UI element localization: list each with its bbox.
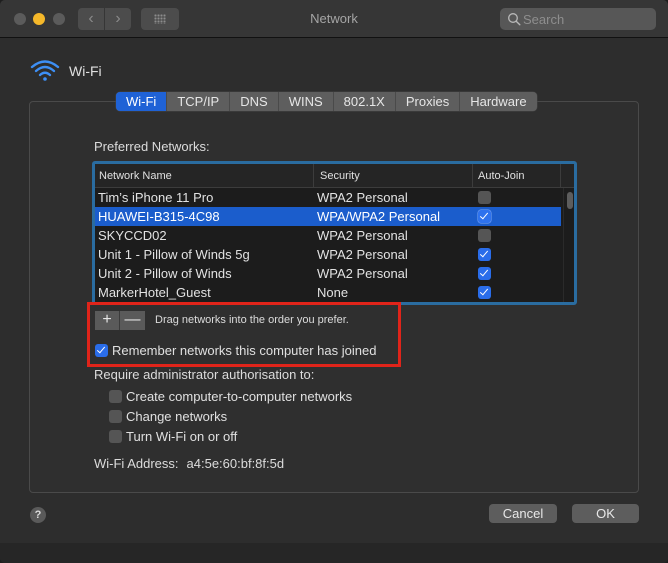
wifi-address-label: Wi-Fi Address: xyxy=(94,456,179,471)
preferred-networks-table[interactable]: Network Name Security Auto-Join Tim’s iP… xyxy=(92,161,577,305)
auto-join-checkbox[interactable] xyxy=(478,248,491,261)
admin-option-checkbox[interactable] xyxy=(109,390,122,403)
network-name: SKYCCD02 xyxy=(98,228,167,243)
table-row[interactable]: MarkerHotel_Guest None xyxy=(95,283,561,302)
tab-bar: Wi-Fi TCP/IP DNS WINS 802.1X Proxies Har… xyxy=(116,92,537,111)
preferred-networks-label: Preferred Networks: xyxy=(94,139,210,154)
drag-hint-text: Drag networks into the order you prefer. xyxy=(155,314,349,326)
table-row[interactable]: Unit 1 - Pillow of Winds 5g WPA2 Persona… xyxy=(95,245,561,264)
ok-button[interactable]: OK xyxy=(572,504,639,523)
network-security: None xyxy=(317,285,349,300)
admin-option-checkbox[interactable] xyxy=(109,430,122,443)
wifi-icon xyxy=(30,60,60,81)
remember-networks-label: Remember networks this computer has join… xyxy=(112,343,377,358)
admin-option-label: Change networks xyxy=(126,409,228,424)
admin-option-label: Turn Wi-Fi on or off xyxy=(126,429,238,444)
tab-wins[interactable]: WINS xyxy=(279,92,334,111)
table-header: Network Name Security Auto-Join xyxy=(95,164,574,188)
auto-join-checkbox[interactable] xyxy=(478,267,491,280)
table-row[interactable]: Unit 2 - Pillow of Winds WPA2 Personal xyxy=(95,264,561,283)
column-header-security[interactable]: Security xyxy=(314,164,473,188)
wifi-address: Wi-Fi Address: a4:5e:60:bf:8f:5d xyxy=(94,456,284,471)
window-bottom-edge xyxy=(0,543,668,563)
network-name: Tim’s iPhone 11 Pro xyxy=(98,190,214,205)
scroll-thumb[interactable] xyxy=(567,192,573,209)
auto-join-checkbox[interactable] xyxy=(478,191,491,204)
wifi-address-value: a4:5e:60:bf:8f:5d xyxy=(186,456,285,471)
column-header-network-name[interactable]: Network Name xyxy=(95,164,314,188)
search-input[interactable] xyxy=(523,8,651,30)
table-row[interactable]: Tim’s iPhone 11 Pro WPA2 Personal xyxy=(95,188,561,207)
network-security: WPA2 Personal xyxy=(317,247,408,262)
network-security: WPA2 Personal xyxy=(317,266,408,281)
search-field[interactable] xyxy=(500,8,656,30)
tab-hardware[interactable]: Hardware xyxy=(460,92,536,111)
auto-join-checkbox[interactable] xyxy=(478,210,491,223)
network-security: WPA2 Personal xyxy=(317,190,408,205)
table-scrollbar[interactable] xyxy=(563,188,574,302)
remember-networks-checkbox[interactable] xyxy=(95,344,108,357)
network-name: HUAWEI-B315-4C98 xyxy=(98,209,220,224)
add-network-button[interactable]: + xyxy=(95,311,120,330)
network-security: WPA/WPA2 Personal xyxy=(317,209,441,224)
network-name: MarkerHotel_Guest xyxy=(98,285,211,300)
admin-option-checkbox[interactable] xyxy=(109,410,122,423)
network-name: Unit 1 - Pillow of Winds 5g xyxy=(98,247,250,262)
network-preferences-window: ‹ › Network Wi-Fi Wi-Fi TCP/IP DNS WINS … xyxy=(0,0,668,563)
tab-tcpip[interactable]: TCP/IP xyxy=(167,92,231,111)
network-name: Unit 2 - Pillow of Winds xyxy=(98,266,232,281)
table-body: Tim’s iPhone 11 Pro WPA2 Personal HUAWEI… xyxy=(95,188,561,302)
help-button[interactable]: ? xyxy=(30,507,46,523)
question-mark-icon: ? xyxy=(34,509,42,521)
cancel-button[interactable]: Cancel xyxy=(489,504,557,523)
service-name: Wi-Fi xyxy=(69,63,102,79)
network-security: WPA2 Personal xyxy=(317,228,408,243)
search-icon xyxy=(508,13,521,26)
add-remove-control: + — xyxy=(95,311,145,330)
tab-dns[interactable]: DNS xyxy=(230,92,279,111)
title-bar: ‹ › Network xyxy=(0,0,668,38)
column-header-auto-join[interactable]: Auto-Join xyxy=(473,164,561,188)
tab-8021x[interactable]: 802.1X xyxy=(334,92,396,111)
table-row[interactable]: HUAWEI-B315-4C98 WPA/WPA2 Personal xyxy=(95,207,561,226)
auto-join-checkbox[interactable] xyxy=(478,229,491,242)
auto-join-checkbox[interactable] xyxy=(478,286,491,299)
require-admin-label: Require administrator authorisation to: xyxy=(94,367,315,382)
admin-option-label: Create computer-to-computer networks xyxy=(126,389,353,404)
tab-proxies[interactable]: Proxies xyxy=(396,92,461,111)
remove-network-button[interactable]: — xyxy=(120,311,145,330)
table-row[interactable]: SKYCCD02 WPA2 Personal xyxy=(95,226,561,245)
tab-wifi[interactable]: Wi-Fi xyxy=(116,92,168,111)
